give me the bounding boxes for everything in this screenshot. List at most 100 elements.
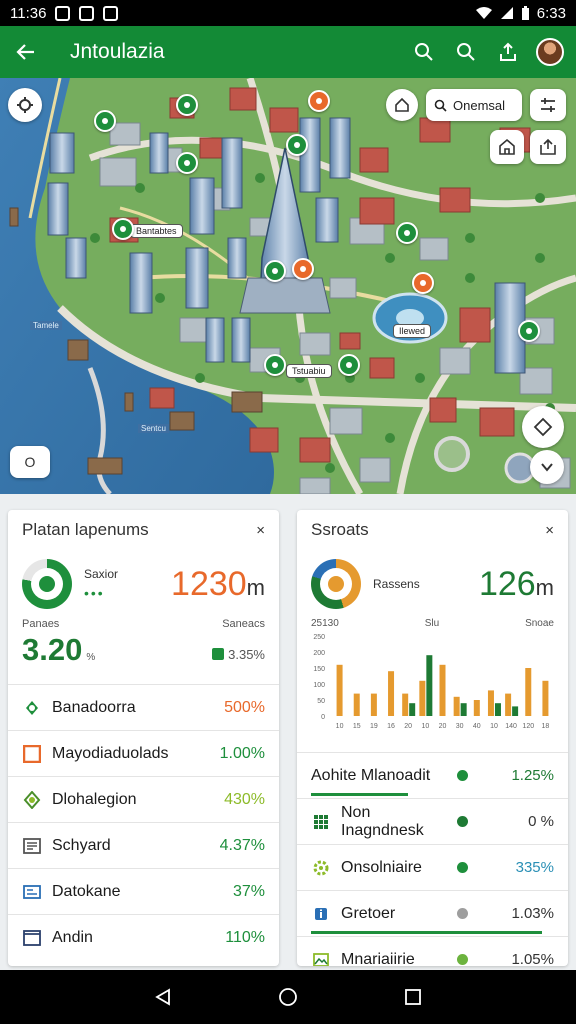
nav-recents-button[interactable] [401,985,425,1009]
app-bar: Jntoulazia [0,26,576,78]
search-button[interactable] [410,38,438,66]
list-item-value: 1.25% [511,767,554,784]
map-label[interactable]: Tstuabiu [286,364,332,378]
list-item-label: Schyard [52,836,111,854]
locate-button[interactable] [8,88,42,122]
crosshair-icon [17,97,33,113]
status-time: 11:36 [10,4,47,22]
stat-label-left: Panaes [22,618,60,630]
close-button[interactable]: × [256,522,265,539]
search-icon [415,43,433,61]
map-pin[interactable] [308,90,330,112]
list-item-value: 335% [515,859,554,876]
zoom-level-text: O [24,454,36,470]
kpi-suffix: % [86,652,96,663]
share-map-button[interactable] [530,130,566,164]
map-pin[interactable] [292,258,314,280]
back-button[interactable] [0,26,52,78]
city-map[interactable]: Onemsal O Bantabtes Tstuabiu Ilewed Tame… [0,78,576,494]
y-tick-label: 250 [313,634,325,641]
chart-head-right: Snoae [525,618,554,629]
layers-button[interactable] [386,89,418,121]
chart-bar [487,690,494,716]
map-search-field[interactable]: Onemsal [426,89,522,121]
list-item-value: 1.03% [511,905,554,922]
left-stats-card: Platan lapenums × Saxior ••• 1230m Panae… [8,510,279,966]
close-button[interactable]: × [545,522,554,539]
list-item[interactable]: Non Inagndnesk 0 % [297,798,568,844]
summary-label: Saxior [84,567,119,581]
list-item-value: 430% [224,790,265,808]
nav-back-button[interactable] [151,985,175,1009]
list-item-label: Andin [52,928,93,946]
x-tick-label: 19 [370,723,378,730]
kpi-value: 3.20 [22,632,83,667]
list-item[interactable]: Gretoer 1.03% [297,890,568,936]
map-pin[interactable] [264,354,286,376]
map-pin[interactable] [286,134,308,156]
map-pin[interactable] [412,272,434,294]
summary-value: 1230m [171,565,265,604]
map-pin[interactable] [264,260,286,282]
chart-bar [419,680,426,716]
big-value: 126 [478,564,536,603]
list-item[interactable]: Datokane 37% [8,868,279,914]
nav-home-button[interactable] [276,985,300,1009]
x-tick-label: 20 [404,723,412,730]
collapse-map-button[interactable] [530,450,564,484]
map-pin[interactable] [518,320,540,342]
chart-bar [353,693,360,716]
list-item[interactable]: Aohite Mlanoadit 1.25% [297,752,568,798]
list-item[interactable]: Schyard 4.37% [8,822,279,868]
building-view-button[interactable] [490,130,524,164]
summary-value: 126m [479,565,554,604]
avatar[interactable] [536,38,564,66]
chart-bar [370,693,377,716]
triangle-back-icon [154,988,170,1006]
big-unit: m [535,574,554,600]
status-bar: 11:36 6:33 [0,0,576,26]
map-pin[interactable] [94,110,116,132]
gear-icon [311,858,331,878]
chart-bar [388,671,395,716]
list-item-value: 1.00% [219,744,265,762]
list-item[interactable]: Onsolniaire 335% [297,844,568,890]
list-item[interactable]: Mayodiaduolads 1.00% [8,730,279,776]
status-dot [457,908,468,919]
x-tick-label: 18 [542,723,550,730]
list-item-value: 37% [232,882,265,900]
zoom-level-button[interactable]: O [10,446,50,478]
map-pin[interactable] [396,222,418,244]
progress-bar [311,793,408,796]
list-item-label: Non Inagndnesk [341,803,424,839]
list-item[interactable]: Andin 110% [8,914,279,960]
filter-button[interactable] [530,89,566,121]
map-label[interactable]: Bantabtes [130,224,183,238]
list-item-value: 500% [224,698,265,716]
compass-button[interactable] [522,406,564,448]
share-icon [500,42,516,61]
list-item-label: Datokane [52,882,121,900]
map-pin[interactable] [112,218,134,240]
map-pin[interactable] [338,354,360,376]
map-label[interactable]: Ilewed [393,324,432,338]
card-title: Ssroats [311,520,369,539]
status-dot [457,816,469,827]
map-pin[interactable] [176,152,198,174]
chart-bar [402,693,409,716]
search-icon [434,99,447,112]
battery-icon [521,5,529,20]
share-button[interactable] [494,38,522,66]
page-title: Jntoulazia [70,40,165,63]
x-tick-label: 20 [439,723,447,730]
chart-bar [512,706,519,716]
download-icon [103,5,119,21]
donut-icon [311,559,361,609]
list-item[interactable]: Mnariaiirie 1.05% [297,936,568,966]
list-item[interactable]: Dlohalegion 430% [8,776,279,822]
map-pin[interactable] [176,94,198,116]
status-dot [457,954,468,965]
chart-bar [460,703,467,716]
zoom-search-button[interactable] [452,38,480,66]
list-item[interactable]: Banadoorra 500% [8,684,279,730]
